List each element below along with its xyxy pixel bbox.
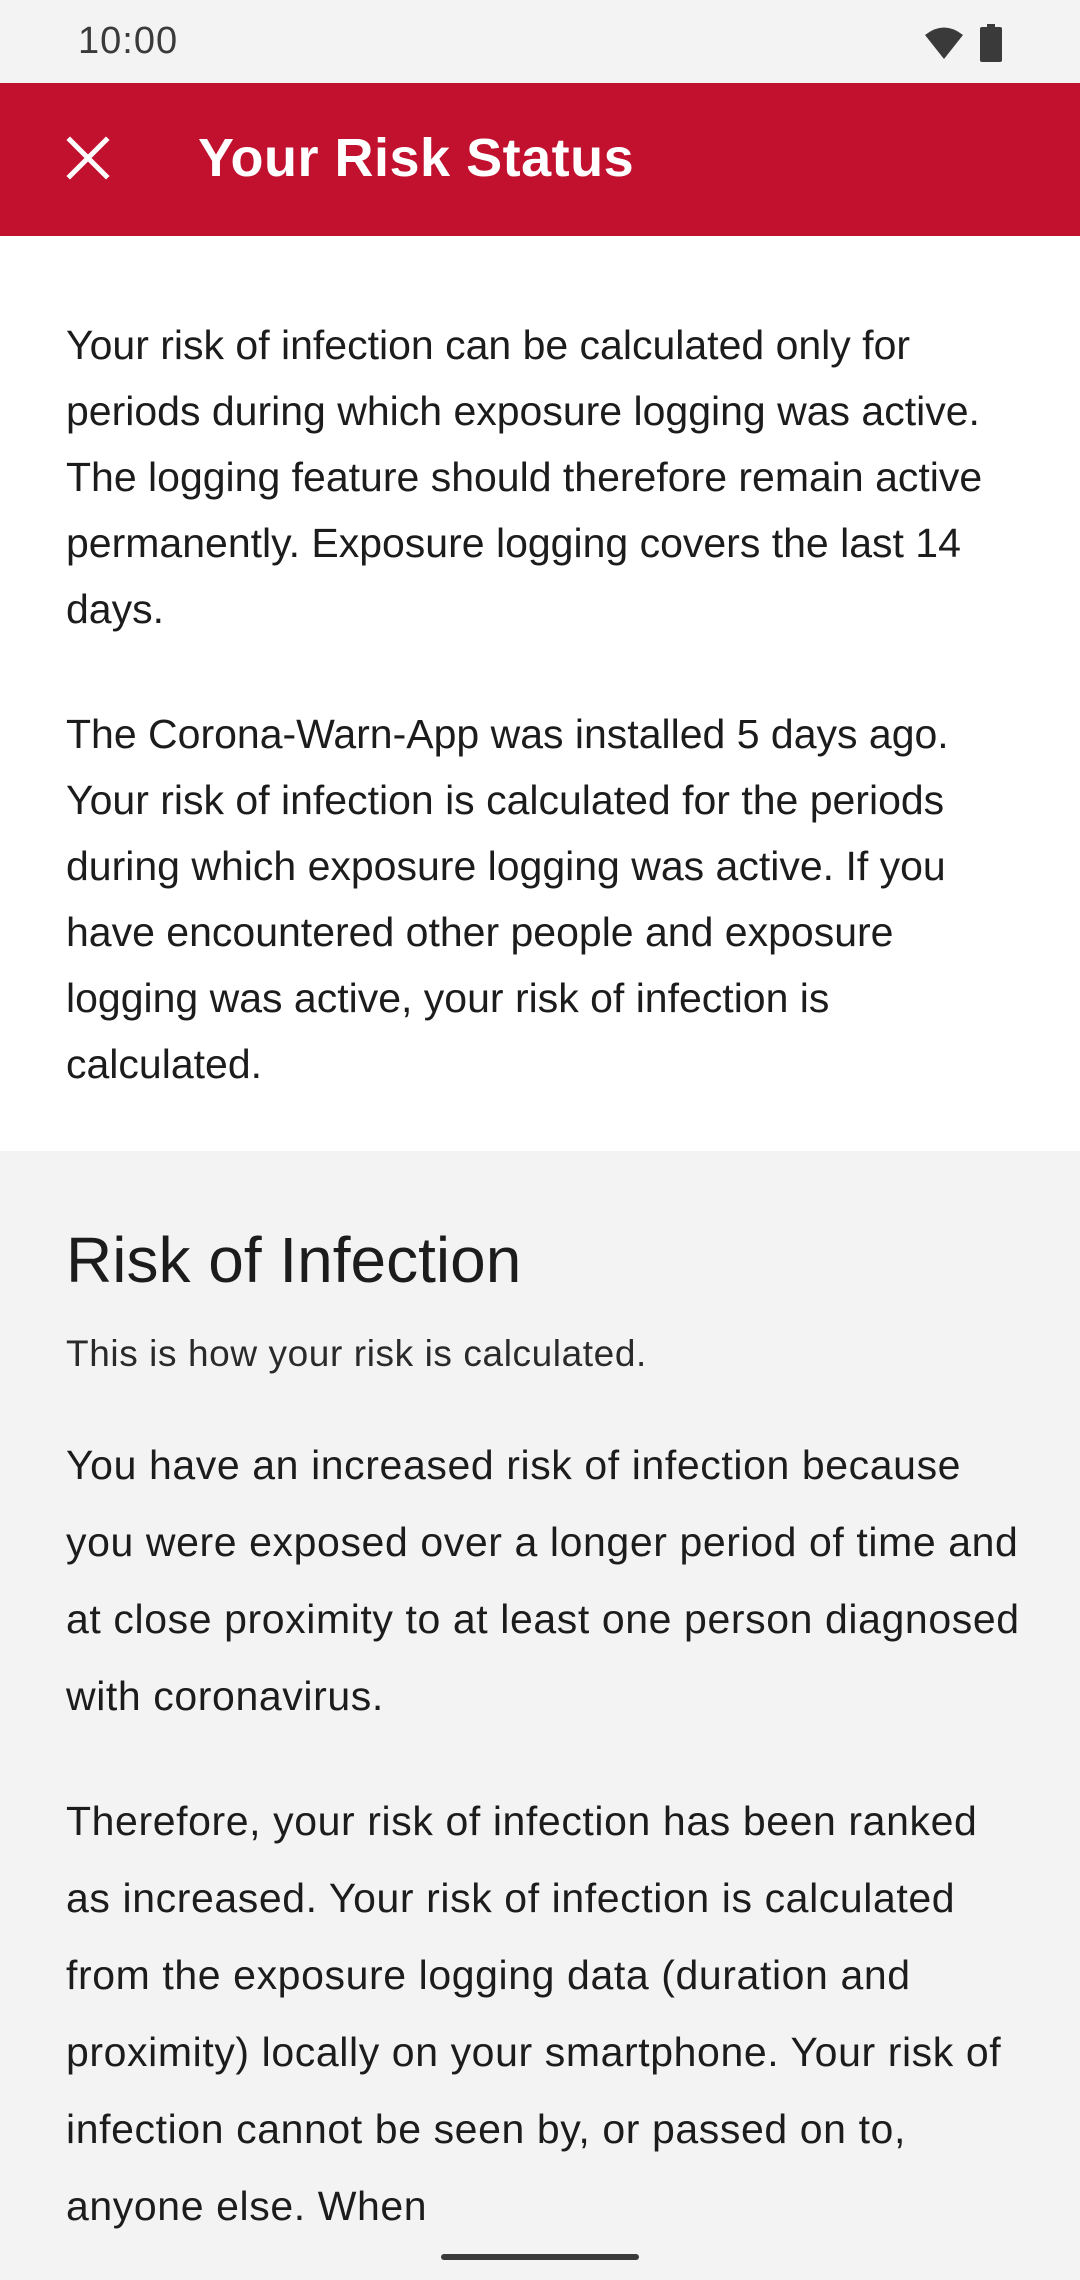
close-icon xyxy=(66,135,110,185)
scroll-content[interactable]: Your risk of infection can be calculated… xyxy=(0,236,1080,2280)
home-indicator[interactable] xyxy=(441,2254,639,2260)
wifi-icon xyxy=(924,26,964,65)
risk-calculation-paragraph: Therefore, your risk of infection has be… xyxy=(66,1798,1002,2229)
status-bar: 10:00 xyxy=(0,0,1080,83)
app-bar: Your Risk Status xyxy=(0,83,1080,236)
section-subtitle: This is how your risk is calculated. xyxy=(66,1333,647,1374)
close-button[interactable] xyxy=(44,116,132,204)
status-time: 10:00 xyxy=(78,20,179,62)
app-installed-paragraph: The Corona-Warn-App was installed 5 days… xyxy=(66,711,949,1087)
section-title: Risk of Infection xyxy=(66,1224,522,1296)
exposure-info-section: Your risk of infection can be calculated… xyxy=(0,236,1080,1151)
increased-risk-paragraph: You have an increased risk of infection … xyxy=(66,1442,1020,1719)
page-title: Your Risk Status xyxy=(198,128,635,188)
battery-icon xyxy=(980,24,1002,67)
risk-of-infection-section: Risk of Infection This is how your risk … xyxy=(0,1151,1080,2280)
exposure-logging-paragraph: Your risk of infection can be calculated… xyxy=(66,322,983,632)
status-icons xyxy=(924,24,1002,67)
